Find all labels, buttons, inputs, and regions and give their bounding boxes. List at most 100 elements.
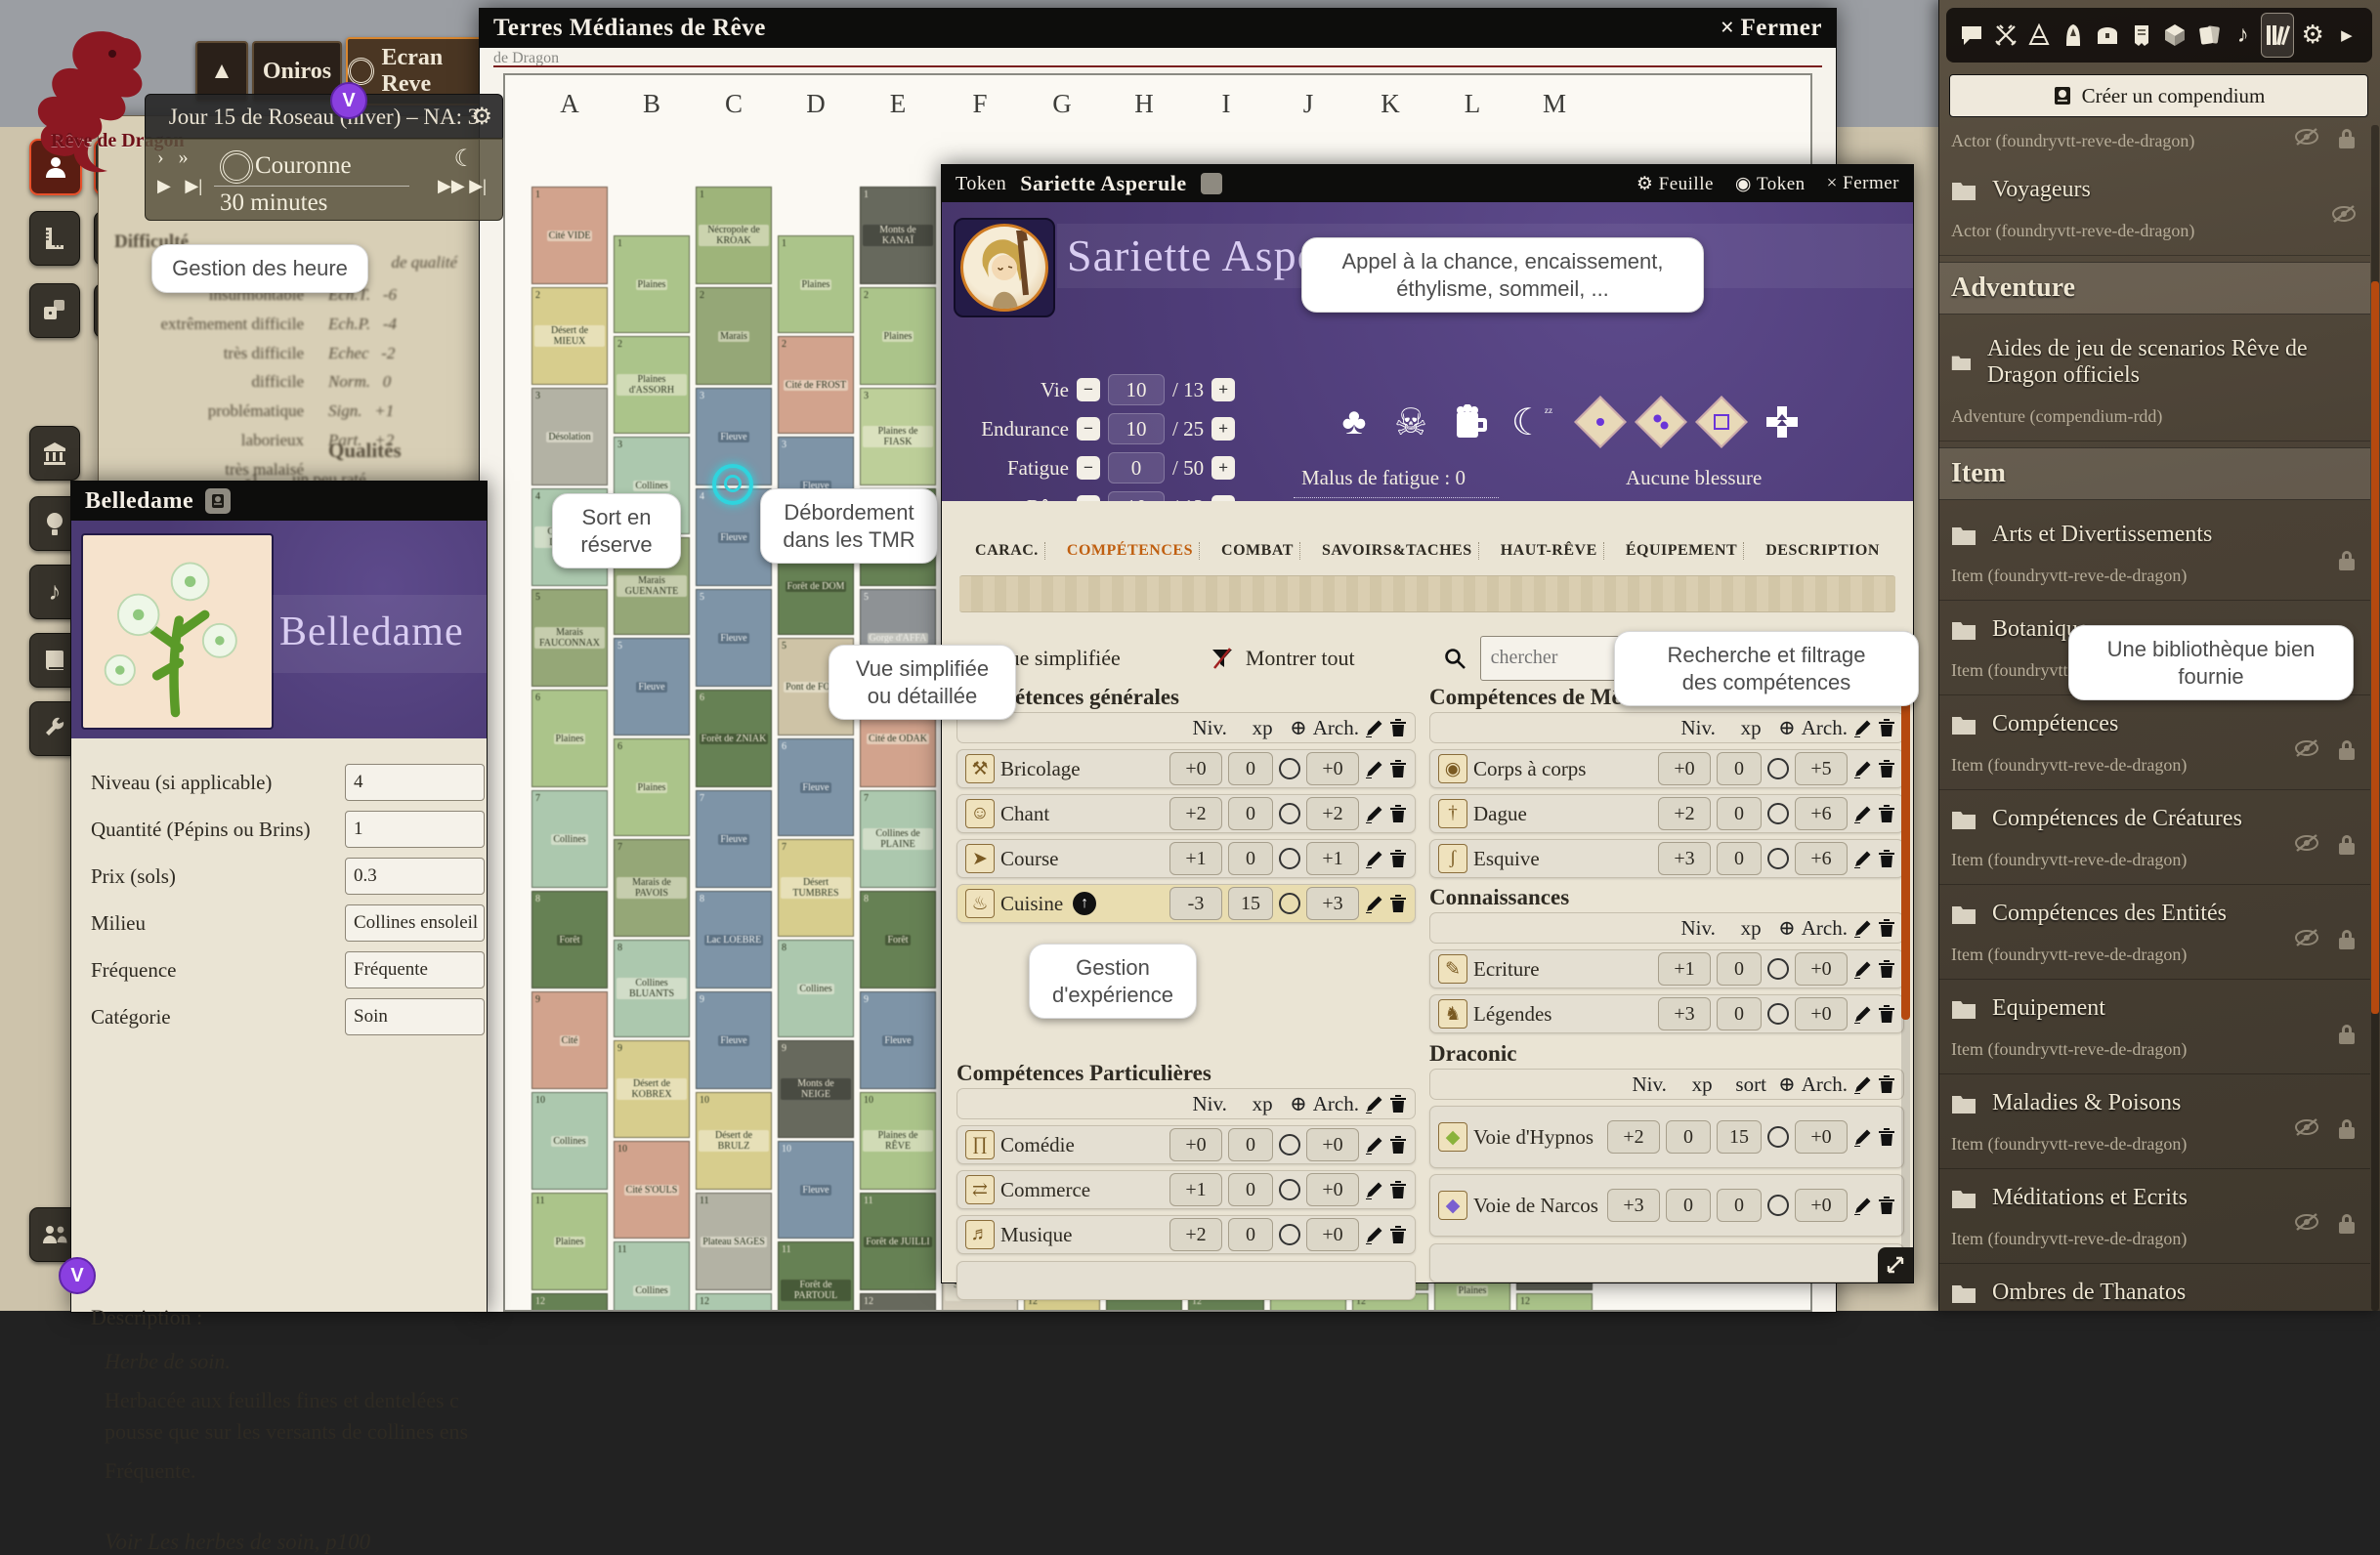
map-cell-D9[interactable]: 9Monts de NEIGE	[778, 1040, 854, 1138]
belledame-titlebar[interactable]: Belledame	[71, 482, 487, 521]
eye-slash-icon[interactable]	[2294, 833, 2319, 857]
sidebar-item-compétences-de-créatures[interactable]: Compétences de CréaturesItem (foundryvtt…	[1939, 790, 2370, 885]
scenes-icon[interactable]	[2023, 14, 2055, 57]
skip-icon[interactable]: ▶|	[185, 176, 202, 195]
xp-input[interactable]: 0	[1228, 842, 1273, 875]
mug-icon[interactable]	[1450, 399, 1493, 444]
items-icon[interactable]	[2092, 14, 2123, 57]
map-cell-B8[interactable]: 8Collines BLUANTS	[614, 940, 690, 1037]
edit-icon[interactable]	[1853, 760, 1872, 778]
archive-toggle[interactable]	[1279, 1179, 1300, 1200]
map-cell-A6[interactable]: 6Plaines	[531, 690, 608, 787]
skill-row-chant[interactable]: ☺ Chant +2 0 +2	[956, 794, 1416, 833]
fast-play-icon[interactable]: ▶▶	[438, 176, 465, 195]
lock-icon[interactable]	[2337, 1023, 2357, 1046]
clover-icon[interactable]: ♣	[1333, 399, 1376, 444]
edit-icon[interactable]	[1365, 760, 1383, 778]
map-cell-C2[interactable]: 2Marais	[696, 287, 772, 385]
tab-combat[interactable]: COMBAT	[1215, 542, 1300, 560]
lock-icon[interactable]	[2337, 549, 2357, 572]
sidebar-item-compétences-des-entités[interactable]: Compétences des EntitésItem (foundryvtt-…	[1939, 885, 2370, 980]
trash-icon[interactable]	[1878, 959, 1895, 979]
niveau-input[interactable]: +0	[1169, 752, 1222, 785]
map-cell-C6[interactable]: 6Forêt de ZNIAK	[696, 690, 772, 787]
tool-tiles[interactable]	[29, 426, 80, 481]
edit-icon[interactable]	[1365, 805, 1383, 823]
archive-toggle[interactable]	[1767, 1003, 1789, 1025]
niveau-input[interactable]: +2	[1658, 797, 1711, 830]
token-button[interactable]: ◉ Token	[1735, 173, 1806, 195]
trash-icon[interactable]	[1878, 1196, 1895, 1215]
map-cell-E9[interactable]: 9Fleuve	[860, 991, 936, 1089]
sheet-book-icon[interactable]	[1201, 173, 1222, 194]
map-cell-A9[interactable]: 9Cité	[531, 991, 608, 1089]
map-cell-E2[interactable]: 2Plaines	[860, 287, 936, 385]
blessure-grave-icon[interactable]	[1639, 399, 1682, 444]
collapse-macro-button[interactable]: ▲	[195, 41, 248, 102]
trash-icon[interactable]	[1389, 1180, 1407, 1199]
filter-icon[interactable]	[1211, 647, 1234, 670]
xp-input[interactable]: 0	[1717, 797, 1762, 830]
map-cell-B2[interactable]: 2Plaines d'ASSORH	[614, 336, 690, 434]
xp-input[interactable]: 0	[1666, 1120, 1711, 1154]
eye-slash-icon[interactable]	[2294, 1117, 2319, 1141]
xp-input[interactable]: 0	[1228, 1218, 1273, 1251]
archive-value[interactable]: +0	[1306, 1128, 1359, 1161]
map-cell-C8[interactable]: 8Lac LOEBRE	[696, 891, 772, 988]
stat-value[interactable]: 10	[1108, 491, 1165, 501]
edit-icon[interactable]	[1853, 1197, 1872, 1215]
combat-icon[interactable]	[1990, 14, 2021, 57]
archive-toggle[interactable]	[1767, 758, 1789, 779]
skill-row-commerce[interactable]: ⇄ Commerce +1 0 +0	[956, 1170, 1416, 1209]
map-cell-D1[interactable]: 1Plaines	[778, 235, 854, 333]
xp-input[interactable]: 0	[1228, 752, 1273, 785]
map-cell-B7[interactable]: 7Marais de PAVOIS	[614, 839, 690, 937]
trash-icon[interactable]	[1878, 759, 1895, 778]
plus-button[interactable]: +	[1211, 417, 1235, 441]
skill-row-comédie[interactable]: ∏ Comédie +0 0 +0	[956, 1125, 1416, 1164]
map-cell-M12[interactable]: 12Plaines	[1516, 1293, 1593, 1312]
skill-row-course[interactable]: ➤ Course +1 0 +1	[956, 839, 1416, 878]
field-input[interactable]: 0.3	[345, 858, 485, 895]
tab-comp-tences[interactable]: COMPÉTENCES	[1061, 542, 1200, 560]
belledame-image[interactable]	[81, 533, 274, 730]
niveau-input[interactable]: +2	[1169, 797, 1222, 830]
map-cell-A12[interactable]: 12Forêt	[531, 1293, 608, 1312]
archive-toggle[interactable]	[1279, 1134, 1300, 1156]
bones-icon[interactable]: ☠	[1389, 399, 1432, 444]
play-icon[interactable]: ▶	[157, 176, 171, 195]
skill-row-musique[interactable]: ♬ Musique +2 0 +0	[956, 1215, 1416, 1254]
archive-value[interactable]: +0	[1795, 997, 1848, 1030]
sidebar-item-maladies-&-poisons[interactable]: Maladies & PoisonsItem (foundryvtt-reve-…	[1939, 1074, 2370, 1169]
gear-icon[interactable]: ⚙	[471, 103, 492, 131]
lock-icon[interactable]	[2337, 928, 2357, 951]
cards-icon[interactable]	[2193, 14, 2225, 57]
collapse-icon[interactable]: ▶	[2331, 14, 2362, 57]
field-input[interactable]: Fréquente	[345, 951, 485, 988]
sheet-scrollbar-thumb[interactable]	[1901, 668, 1910, 1020]
sleep-moon-icon[interactable]: ☾ᶻᶻ	[1510, 399, 1553, 444]
tmr-window-titlebar[interactable]: Terres Médianes de Rêve × Fermer	[480, 9, 1836, 48]
skill-row-ecriture[interactable]: ✎ Ecriture +1 0 +0	[1429, 949, 1904, 988]
sidebar-item-compétences[interactable]: CompétencesItem (foundryvtt-reve-de-drag…	[1939, 695, 2370, 790]
archive-value[interactable]: +3	[1306, 887, 1359, 920]
archive-value[interactable]: +0	[1795, 952, 1848, 986]
stat-value[interactable]: 10	[1108, 413, 1165, 444]
minus-button[interactable]: −	[1077, 417, 1100, 441]
playlists-icon[interactable]: ♪	[2228, 14, 2259, 57]
tab-savoirs-taches[interactable]: SAVOIRS&TACHES	[1316, 542, 1479, 560]
eye-slash-icon[interactable]	[2294, 1212, 2319, 1236]
settings-icon[interactable]: ⚙	[2297, 14, 2328, 57]
archive-toggle[interactable]	[1279, 893, 1300, 914]
xp-up-icon[interactable]: ↑	[1073, 892, 1096, 915]
montrer-tout-toggle[interactable]: Montrer tout	[1246, 646, 1355, 671]
map-cell-E1[interactable]: 1Monts de KANAÏ	[860, 187, 936, 284]
sort-input[interactable]: 15	[1717, 1120, 1762, 1154]
sidebar-item-ombres-de-thanatos[interactable]: Ombres de Thanatos	[1939, 1264, 2370, 1311]
xp-input[interactable]: 0	[1228, 1128, 1273, 1161]
map-cell-A11[interactable]: 11Plaines	[531, 1193, 608, 1290]
xp-input[interactable]: 0	[1717, 752, 1762, 785]
minus-button[interactable]: −	[1077, 378, 1100, 401]
map-cell-D11[interactable]: 11Forêt de PARTOUL	[778, 1241, 854, 1312]
skill-row-dague[interactable]: † Dague +2 0 +6	[1429, 794, 1904, 833]
